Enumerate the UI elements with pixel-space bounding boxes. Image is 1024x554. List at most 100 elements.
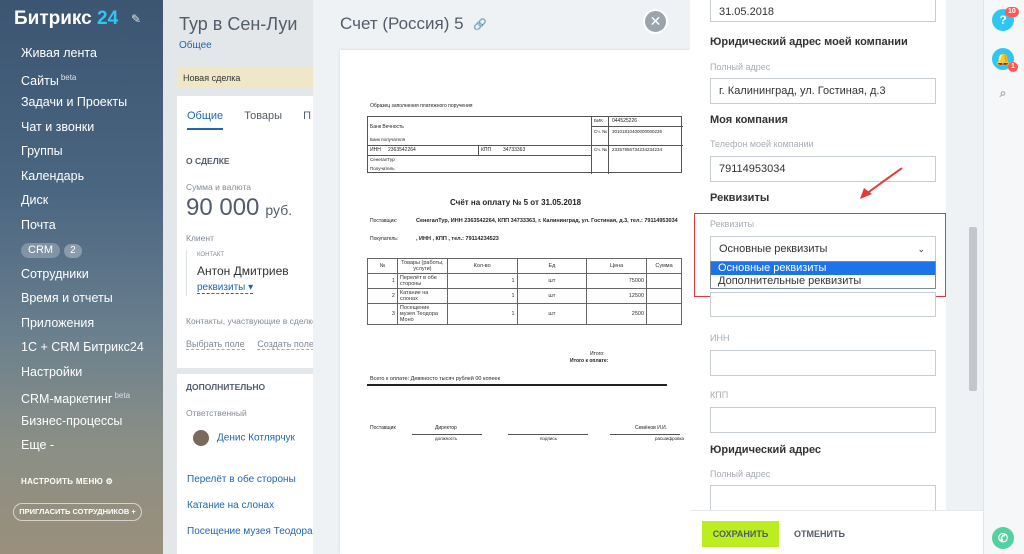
- link-icon[interactable]: 🔗: [473, 18, 487, 31]
- left-sidebar: Битрикс 24 ✎ Живая лента Сайты beta Задач…: [0, 0, 163, 554]
- invoice-slider: Счет (Россия) 5 🔗 ✕ Образец заполнения п…: [313, 0, 983, 554]
- pencil-icon[interactable]: ✎: [131, 12, 141, 26]
- right-panel: ? 10 🔔 1 ⌕ ✆: [983, 0, 1024, 554]
- full-address-label: Полный адрес: [710, 62, 771, 72]
- tab-general[interactable]: Общие: [187, 110, 224, 130]
- invoice-title: Счет (Россия) 5: [340, 14, 464, 33]
- search-icon[interactable]: ⌕: [992, 82, 1014, 104]
- bank-details-table: Банк Вечность Банк получателя БИК 044525…: [367, 116, 683, 174]
- configure-menu-link[interactable]: НАСТРОИТЬ МЕНЮ ⚙: [21, 477, 113, 486]
- total-in-words: Всего к оплате: Девяносто тысяч рублей 0…: [370, 376, 501, 382]
- deal-pipeline[interactable]: Общее: [179, 40, 212, 51]
- legal-address-field[interactable]: [710, 485, 936, 511]
- contact-label: КОНТАКТ: [197, 252, 225, 258]
- product-link[interactable]: Катание на слонах: [187, 500, 274, 511]
- phone-label: Телефон моей компании: [710, 139, 814, 149]
- bell-badge: 1: [1008, 62, 1018, 72]
- save-button[interactable]: СОХРАНИТЬ: [702, 521, 779, 547]
- option-additional-requisites[interactable]: Дополнительные реквизиты: [711, 275, 935, 288]
- table-row: 2 Катание на слонах 1 шт 12500: [367, 288, 682, 304]
- nav-item-more[interactable]: Еще -: [0, 433, 163, 458]
- tab-more[interactable]: П: [303, 110, 311, 122]
- extra-card: ДОПОЛНИТЕЛЬНО Ответственный Денис Котляр…: [177, 374, 313, 554]
- inn-label: ИНН: [710, 333, 730, 343]
- nav-item-groups[interactable]: Группы: [0, 139, 163, 164]
- deal-main-card: Общие Товары П О СДЕЛКЕ Сумма и валюта 9…: [177, 96, 313, 368]
- company-address-heading: Юридический адрес моей компании: [710, 36, 908, 48]
- client-requisites-link[interactable]: реквизиты ▾: [197, 282, 254, 294]
- legal-address-heading: Юридический адрес: [710, 444, 822, 456]
- client-box: КОНТАКТ Антон Дмитриев реквизиты ▾: [186, 250, 313, 296]
- nav-item-calendar[interactable]: Календарь: [0, 164, 163, 189]
- invoice-edit-form: 31.05.2018 Юридический адрес моей компан…: [690, 0, 946, 554]
- chevron-down-icon: ⌄: [917, 244, 925, 254]
- requisites-extra-field[interactable]: [710, 292, 936, 317]
- plus-icon: +: [131, 507, 136, 516]
- invoice-document-preview: Образец заполнения платежного поручения …: [340, 50, 690, 554]
- client-name[interactable]: Антон Дмитриев: [197, 264, 289, 278]
- sample-note: Образец заполнения платежного поручения: [370, 103, 473, 109]
- nav-item-feed[interactable]: Живая лента: [0, 41, 163, 66]
- responsible-person[interactable]: Денис Котлярчук: [193, 430, 295, 446]
- responsible-label: Ответственный: [186, 408, 247, 418]
- annotation-arrow-icon: [860, 167, 903, 199]
- crm-count-badge: 2: [64, 244, 82, 258]
- deal-amount: 90 000 руб.: [186, 194, 293, 221]
- nav-item-crm-marketing[interactable]: CRM-маркетинг beta: [0, 384, 163, 409]
- nav-item-time[interactable]: Время и отчеты: [0, 286, 163, 311]
- logo[interactable]: Битрикс 24: [14, 8, 118, 30]
- cancel-button[interactable]: ОТМЕНИТЬ: [794, 521, 845, 547]
- inn-field[interactable]: [710, 350, 936, 376]
- product-link[interactable]: Посещение музея Теодора М: [187, 526, 313, 537]
- nav-item-mail[interactable]: Почта: [0, 213, 163, 238]
- nav-item-chat[interactable]: Чат и звонки: [0, 115, 163, 140]
- client-label: Клиент: [186, 233, 214, 243]
- about-deal-heading: О СДЕЛКЕ: [186, 156, 230, 166]
- kpp-label: КПП: [710, 390, 729, 400]
- option-main-requisites[interactable]: Основные реквизиты: [711, 262, 935, 275]
- invoice-heading: Счёт на оплату № 5 от 31.05.2018: [450, 198, 582, 207]
- invite-employees-button[interactable]: ПРИГЛАСИТЬ СОТРУДНИКОВ +: [13, 503, 142, 521]
- divider: [367, 384, 667, 386]
- nav-item-apps[interactable]: Приложения: [0, 311, 163, 336]
- field-links: Выбрать поле Создать поле: [186, 339, 313, 350]
- nav-item-sites[interactable]: Сайты beta: [0, 66, 163, 91]
- close-icon[interactable]: ✕: [643, 9, 668, 34]
- requisites-heading: Реквизиты: [710, 192, 770, 204]
- supplier-info: СенегалТур, ИНН 2363542264, КПП 34733363…: [416, 218, 678, 224]
- gear-icon: ⚙: [105, 477, 114, 486]
- table-row: 3 Посещение музея Теодора Моно 1 шт 2500: [367, 303, 682, 325]
- phone-icon[interactable]: ✆: [992, 527, 1014, 549]
- avatar: [193, 430, 209, 446]
- requisites-select[interactable]: Основные реквизиты ⌄: [710, 236, 936, 262]
- help-badge: 10: [1005, 7, 1019, 17]
- nav-item-disk[interactable]: Диск: [0, 188, 163, 213]
- tab-products[interactable]: Товары: [244, 110, 282, 122]
- participants-label: Контакты, участвующие в сделке: [186, 316, 313, 326]
- legal-full-address-label: Полный адрес: [710, 469, 771, 479]
- create-field-link[interactable]: Создать поле: [257, 339, 313, 350]
- nav-item-crm[interactable]: CRM 2: [0, 237, 163, 262]
- deal-card-area: Тур в Сен-Луи Общее Новая сделка Общие Т…: [163, 0, 313, 554]
- kpp-field[interactable]: [710, 407, 936, 433]
- buyer-info: , ИНН , КПП , тел.: 79114234523: [416, 236, 499, 242]
- nav-item-bp[interactable]: Бизнес-процессы: [0, 409, 163, 434]
- product-link[interactable]: Перелёт в обе стороны: [187, 474, 296, 485]
- table-row: 1 Перелёт в обе стороны 1 шт 75000: [367, 273, 682, 289]
- requisites-label: Реквизиты: [710, 219, 755, 229]
- nav-item-1c[interactable]: 1С + CRM Битрикс24: [0, 335, 163, 360]
- nav-item-employees[interactable]: Сотрудники: [0, 262, 163, 287]
- date-field[interactable]: 31.05.2018: [710, 0, 936, 22]
- main-nav: Живая лента Сайты beta Задачи и Проекты Ч…: [0, 41, 163, 458]
- nav-item-settings[interactable]: Настройки: [0, 360, 163, 385]
- my-company-heading: Моя компания: [710, 114, 788, 126]
- scrollbar[interactable]: [969, 227, 977, 391]
- nav-item-tasks[interactable]: Задачи и Проекты: [0, 90, 163, 115]
- requisites-dropdown: Основные реквизиты Дополнительные реквиз…: [710, 261, 936, 289]
- invoice-items-table: № Товары (работы, услуги) Кол-во Ед Цена…: [367, 258, 682, 325]
- select-field-link[interactable]: Выбрать поле: [186, 339, 245, 350]
- amount-label: Сумма и валюта: [186, 182, 251, 192]
- extra-heading: ДОПОЛНИТЕЛЬНО: [186, 382, 266, 392]
- deal-stage[interactable]: Новая сделка: [177, 68, 313, 88]
- company-address-field[interactable]: г. Калининград, ул. Гостиная, д.3: [710, 78, 936, 104]
